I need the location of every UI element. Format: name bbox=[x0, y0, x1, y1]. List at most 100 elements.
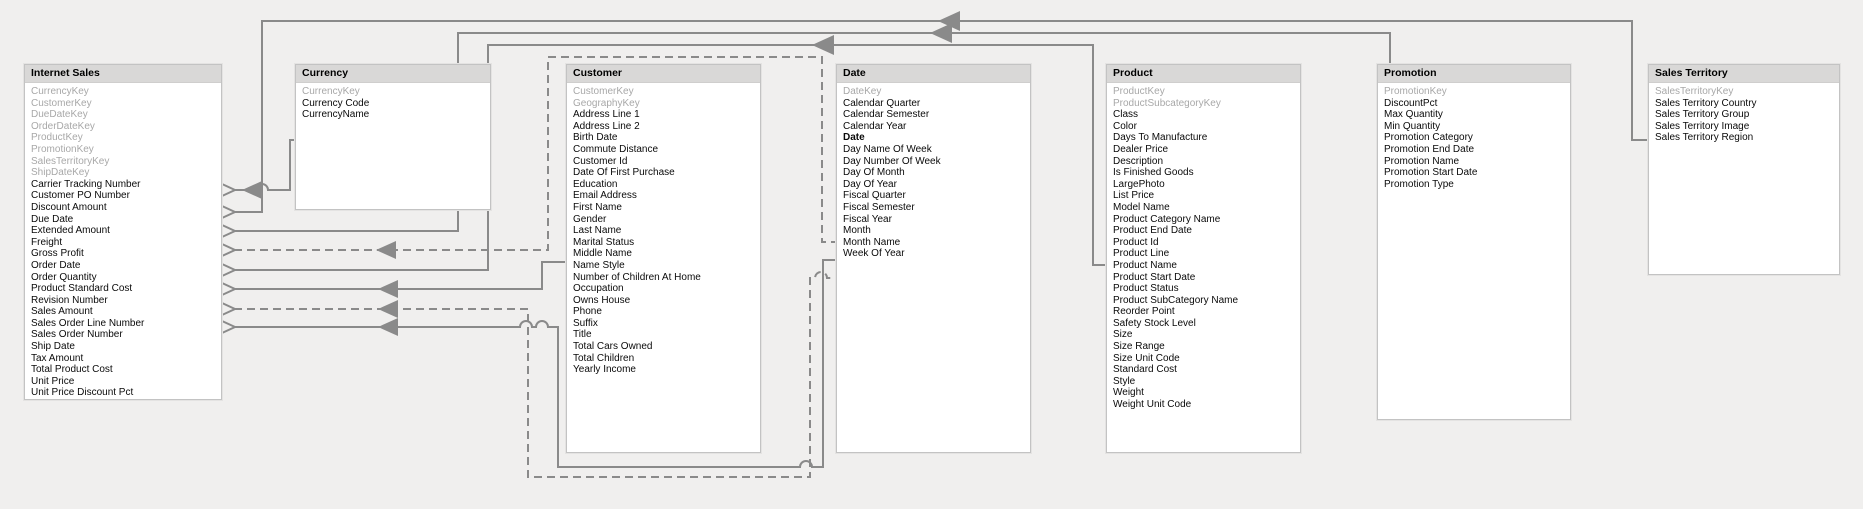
column-duedatekey[interactable]: DueDateKey bbox=[31, 109, 221, 121]
column-sales-territory-country[interactable]: Sales Territory Country bbox=[1655, 98, 1839, 110]
column-day-number-of-week[interactable]: Day Number Of Week bbox=[843, 156, 1030, 168]
column-class[interactable]: Class bbox=[1113, 109, 1300, 121]
column-middle-name[interactable]: Middle Name bbox=[573, 248, 760, 260]
column-product-name[interactable]: Product Name bbox=[1113, 260, 1300, 272]
column-address-line-1[interactable]: Address Line 1 bbox=[573, 109, 760, 121]
column-week-of-year[interactable]: Week Of Year bbox=[843, 248, 1030, 260]
column-list-price[interactable]: List Price bbox=[1113, 190, 1300, 202]
column-promotion-category[interactable]: Promotion Category bbox=[1384, 132, 1570, 144]
column-name-style[interactable]: Name Style bbox=[573, 260, 760, 272]
column-total-product-cost[interactable]: Total Product Cost bbox=[31, 364, 221, 376]
column-currencykey[interactable]: CurrencyKey bbox=[31, 86, 221, 98]
column-safety-stock-level[interactable]: Safety Stock Level bbox=[1113, 318, 1300, 330]
column-promotionkey[interactable]: PromotionKey bbox=[1384, 86, 1570, 98]
column-unit-price-discount-pct[interactable]: Unit Price Discount Pct bbox=[31, 387, 221, 399]
column-sales-order-line-number[interactable]: Sales Order Line Number bbox=[31, 318, 221, 330]
column-product-end-date[interactable]: Product End Date bbox=[1113, 225, 1300, 237]
column-description[interactable]: Description bbox=[1113, 156, 1300, 168]
column-owns-house[interactable]: Owns House bbox=[573, 295, 760, 307]
column-day-of-year[interactable]: Day Of Year bbox=[843, 179, 1030, 191]
column-extended-amount[interactable]: Extended Amount bbox=[31, 225, 221, 237]
column-education[interactable]: Education bbox=[573, 179, 760, 191]
column-promotion-start-date[interactable]: Promotion Start Date bbox=[1384, 167, 1570, 179]
column-currencykey[interactable]: CurrencyKey bbox=[302, 86, 490, 98]
relationship-internet-sales-customer[interactable] bbox=[234, 262, 566, 289]
column-weight[interactable]: Weight bbox=[1113, 387, 1300, 399]
column-carrier-tracking-number[interactable]: Carrier Tracking Number bbox=[31, 179, 221, 191]
column-size[interactable]: Size bbox=[1113, 329, 1300, 341]
column-fiscal-quarter[interactable]: Fiscal Quarter bbox=[843, 190, 1030, 202]
column-date-of-first-purchase[interactable]: Date Of First Purchase bbox=[573, 167, 760, 179]
column-fiscal-semester[interactable]: Fiscal Semester bbox=[843, 202, 1030, 214]
column-sales-territory-group[interactable]: Sales Territory Group bbox=[1655, 109, 1839, 121]
column-calendar-year[interactable]: Calendar Year bbox=[843, 121, 1030, 133]
column-productsubcategorykey[interactable]: ProductSubcategoryKey bbox=[1113, 98, 1300, 110]
table-currency[interactable]: Currency CurrencyKeyCurrency CodeCurrenc… bbox=[295, 64, 491, 210]
column-yearly-income[interactable]: Yearly Income bbox=[573, 364, 760, 376]
column-color[interactable]: Color bbox=[1113, 121, 1300, 133]
column-tax-amount[interactable]: Tax Amount bbox=[31, 353, 221, 365]
table-header-customer[interactable]: Customer bbox=[567, 65, 760, 83]
column-currency-code[interactable]: Currency Code bbox=[302, 98, 490, 110]
column-product-subcategory-name[interactable]: Product SubCategory Name bbox=[1113, 295, 1300, 307]
column-discount-amount[interactable]: Discount Amount bbox=[31, 202, 221, 214]
column-product-category-name[interactable]: Product Category Name bbox=[1113, 214, 1300, 226]
column-promotion-name[interactable]: Promotion Name bbox=[1384, 156, 1570, 168]
column-product-standard-cost[interactable]: Product Standard Cost bbox=[31, 283, 221, 295]
column-commute-distance[interactable]: Commute Distance bbox=[573, 144, 760, 156]
column-salesterritorykey[interactable]: SalesTerritoryKey bbox=[31, 156, 221, 168]
column-promotionkey[interactable]: PromotionKey bbox=[31, 144, 221, 156]
column-customerkey[interactable]: CustomerKey bbox=[31, 98, 221, 110]
table-sales-territory[interactable]: Sales Territory SalesTerritoryKeySales T… bbox=[1648, 64, 1840, 275]
column-order-quantity[interactable]: Order Quantity bbox=[31, 272, 221, 284]
column-month[interactable]: Month bbox=[843, 225, 1030, 237]
column-sales-amount[interactable]: Sales Amount bbox=[31, 306, 221, 318]
column-is-finished-goods[interactable]: Is Finished Goods bbox=[1113, 167, 1300, 179]
column-product-start-date[interactable]: Product Start Date bbox=[1113, 272, 1300, 284]
column-total-cars-owned[interactable]: Total Cars Owned bbox=[573, 341, 760, 353]
column-promotion-end-date[interactable]: Promotion End Date bbox=[1384, 144, 1570, 156]
column-reorder-point[interactable]: Reorder Point bbox=[1113, 306, 1300, 318]
column-sales-territory-region[interactable]: Sales Territory Region bbox=[1655, 132, 1839, 144]
table-header-sales-territory[interactable]: Sales Territory bbox=[1649, 65, 1839, 83]
column-calendar-semester[interactable]: Calendar Semester bbox=[843, 109, 1030, 121]
column-freight[interactable]: Freight bbox=[31, 237, 221, 249]
table-product[interactable]: Product ProductKeyProductSubcategoryKeyC… bbox=[1106, 64, 1301, 453]
column-datekey[interactable]: DateKey bbox=[843, 86, 1030, 98]
column-orderdatekey[interactable]: OrderDateKey bbox=[31, 121, 221, 133]
column-promotion-type[interactable]: Promotion Type bbox=[1384, 179, 1570, 191]
column-geographykey[interactable]: GeographyKey bbox=[573, 98, 760, 110]
table-header-promotion[interactable]: Promotion bbox=[1378, 65, 1570, 83]
column-calendar-quarter[interactable]: Calendar Quarter bbox=[843, 98, 1030, 110]
column-min-quantity[interactable]: Min Quantity bbox=[1384, 121, 1570, 133]
column-currencyname[interactable]: CurrencyName bbox=[302, 109, 490, 121]
column-marital-status[interactable]: Marital Status bbox=[573, 237, 760, 249]
column-productkey[interactable]: ProductKey bbox=[31, 132, 221, 144]
column-salesterritorykey[interactable]: SalesTerritoryKey bbox=[1655, 86, 1839, 98]
column-email-address[interactable]: Email Address bbox=[573, 190, 760, 202]
column-weight-unit-code[interactable]: Weight Unit Code bbox=[1113, 399, 1300, 411]
column-ship-date[interactable]: Ship Date bbox=[31, 341, 221, 353]
column-gross-profit[interactable]: Gross Profit bbox=[31, 248, 221, 260]
table-header-currency[interactable]: Currency bbox=[296, 65, 490, 83]
column-standard-cost[interactable]: Standard Cost bbox=[1113, 364, 1300, 376]
table-header-internet-sales[interactable]: Internet Sales bbox=[25, 65, 221, 83]
column-suffix[interactable]: Suffix bbox=[573, 318, 760, 330]
table-header-product[interactable]: Product bbox=[1107, 65, 1300, 83]
column-order-date[interactable]: Order Date bbox=[31, 260, 221, 272]
column-day-of-month[interactable]: Day Of Month bbox=[843, 167, 1030, 179]
table-header-date[interactable]: Date bbox=[837, 65, 1030, 83]
column-sales-order-number[interactable]: Sales Order Number bbox=[31, 329, 221, 341]
column-shipdatekey[interactable]: ShipDateKey bbox=[31, 167, 221, 179]
column-model-name[interactable]: Model Name bbox=[1113, 202, 1300, 214]
column-customer-po-number[interactable]: Customer PO Number bbox=[31, 190, 221, 202]
column-number-of-children-at-home[interactable]: Number of Children At Home bbox=[573, 272, 760, 284]
table-customer[interactable]: Customer CustomerKeyGeographyKeyAddress … bbox=[566, 64, 761, 453]
table-promotion[interactable]: Promotion PromotionKeyDiscountPctMax Qua… bbox=[1377, 64, 1571, 420]
table-internet-sales[interactable]: Internet Sales CurrencyKeyCustomerKeyDue… bbox=[24, 64, 222, 400]
column-gender[interactable]: Gender bbox=[573, 214, 760, 226]
column-fiscal-year[interactable]: Fiscal Year bbox=[843, 214, 1030, 226]
column-title[interactable]: Title bbox=[573, 329, 760, 341]
column-discountpct[interactable]: DiscountPct bbox=[1384, 98, 1570, 110]
column-month-name[interactable]: Month Name bbox=[843, 237, 1030, 249]
